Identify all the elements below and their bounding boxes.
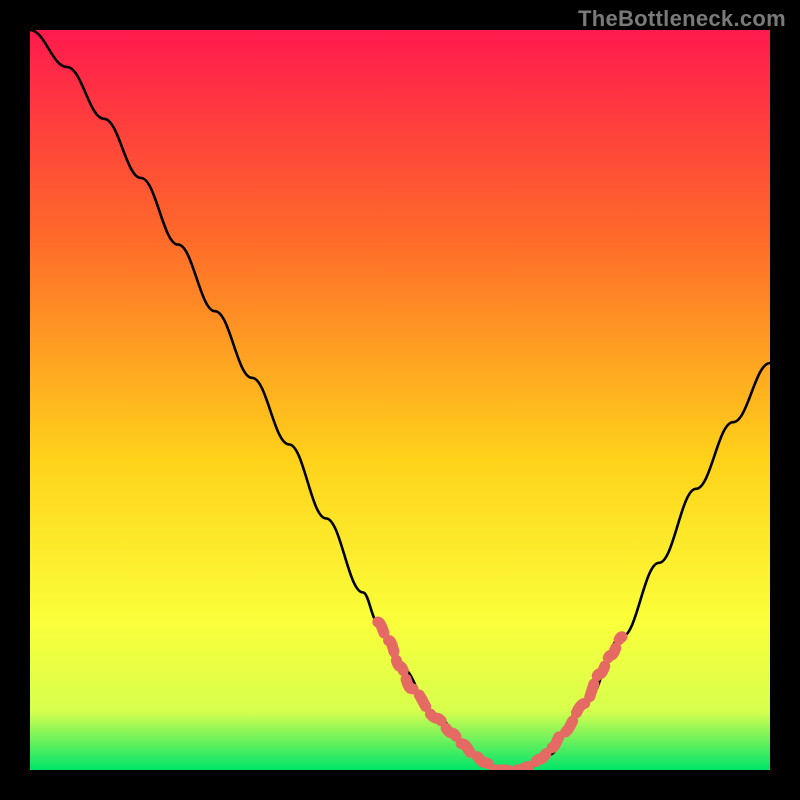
watermark-text: TheBottleneck.com (578, 6, 786, 32)
chart-svg (30, 30, 770, 770)
plot-area (30, 30, 770, 770)
chart-frame: TheBottleneck.com (0, 0, 800, 800)
